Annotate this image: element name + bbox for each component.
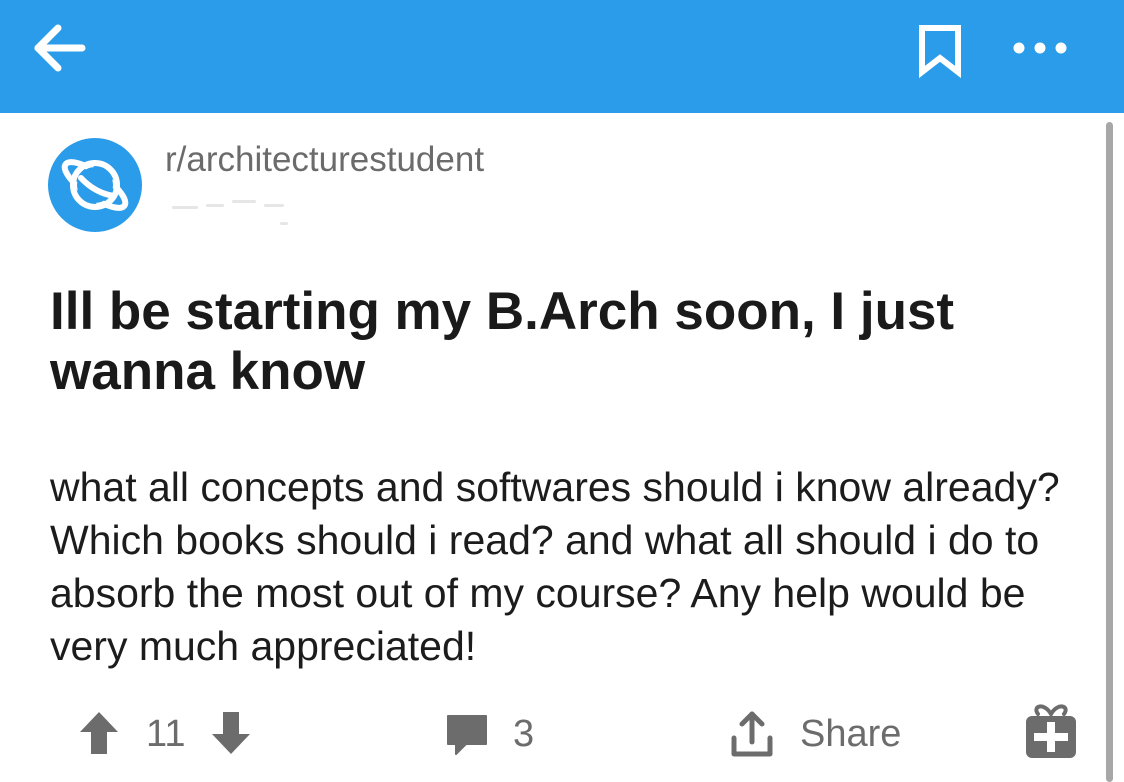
post-title: Ill be starting my B.Arch soon, I just w… [50, 282, 955, 401]
upvote-icon[interactable] [78, 710, 120, 756]
planet-icon [61, 159, 129, 211]
top-app-bar [0, 0, 1124, 113]
scrollbar[interactable] [1106, 122, 1113, 782]
vote-score: 11 [146, 713, 186, 755]
subreddit-name[interactable]: r/architecturestudent [165, 140, 484, 180]
share-icon[interactable] [728, 710, 776, 760]
share-button[interactable]: Share [800, 714, 901, 754]
more-options-icon[interactable] [1005, 28, 1075, 68]
bookmark-icon[interactable] [912, 22, 968, 79]
comments-count[interactable]: 3 [513, 714, 534, 754]
downvote-icon[interactable] [210, 710, 252, 756]
comment-icon[interactable] [444, 712, 490, 758]
post-body: what all concepts and softwares should i… [50, 464, 1060, 669]
gift-icon[interactable] [1020, 700, 1082, 762]
post-meta-redacted [168, 192, 308, 226]
subreddit-avatar[interactable] [48, 138, 142, 232]
back-arrow-icon[interactable] [28, 18, 92, 78]
